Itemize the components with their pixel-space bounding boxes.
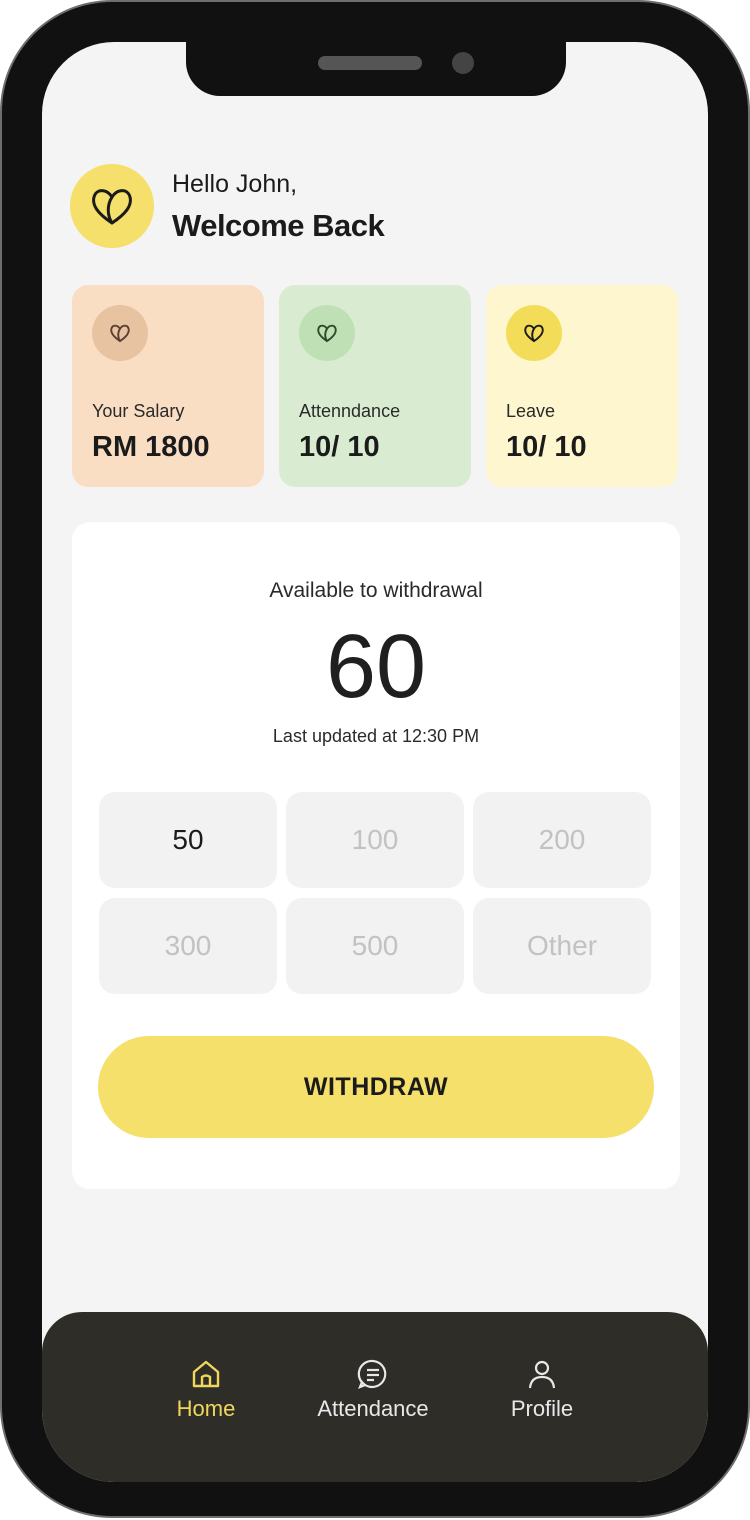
last-updated-text: Last updated at 12:30 PM	[272, 726, 480, 746]
heart-icon	[524, 324, 544, 343]
user-icon	[528, 1360, 556, 1389]
phone-frame: Hello John, Welcome Back Your Salary RM …	[2, 2, 748, 1516]
salary-card[interactable]: Your Salary RM 1800	[72, 285, 264, 487]
withdraw-button[interactable]: WITHDRAW	[98, 1036, 654, 1138]
heart-logo-icon	[92, 189, 132, 225]
attendance-value: 10/ 10	[299, 431, 380, 463]
heart-icon	[317, 324, 337, 343]
home-icon	[192, 1360, 220, 1388]
bottom-nav: Home Attendance Profile	[42, 1312, 708, 1482]
amount-option-300[interactable]: 300	[99, 898, 277, 994]
available-amount: 60	[325, 617, 427, 717]
withdraw-card: Available to withdrawal 60 Last updated …	[72, 522, 680, 1189]
app-logo	[70, 164, 154, 248]
message-icon	[357, 1359, 387, 1389]
nav-label-home: Home	[176, 1396, 236, 1421]
front-camera	[452, 52, 474, 74]
leave-badge	[506, 305, 562, 361]
salary-label: Your Salary	[92, 401, 185, 421]
available-title: Available to withdrawal	[269, 579, 483, 602]
speaker-grille	[318, 56, 422, 70]
nav-label-profile: Profile	[510, 1396, 574, 1421]
welcome-title: Welcome Back	[172, 208, 385, 243]
attendance-badge	[299, 305, 355, 361]
leave-card[interactable]: Leave 10/ 10	[486, 285, 678, 487]
attendance-label: Attenndance	[299, 401, 401, 421]
salary-badge	[92, 305, 148, 361]
attendance-card[interactable]: Attenndance 10/ 10	[279, 285, 471, 487]
nav-label-attendance: Attendance	[317, 1396, 429, 1421]
greeting-text: Hello John,	[172, 170, 298, 198]
amount-option-500[interactable]: 500	[286, 898, 464, 994]
app-screen: Hello John, Welcome Back Your Salary RM …	[42, 42, 708, 1482]
amount-option-200[interactable]: 200	[473, 792, 651, 888]
nav-item-home[interactable]: Home	[126, 1358, 286, 1422]
amount-option-50[interactable]: 50	[99, 792, 277, 888]
nav-item-profile[interactable]: Profile	[462, 1358, 622, 1422]
amount-option-other[interactable]: Other	[473, 898, 651, 994]
phone-notch	[186, 40, 566, 96]
leave-label: Leave	[506, 401, 556, 421]
heart-icon	[110, 324, 130, 343]
leave-value: 10/ 10	[506, 431, 587, 463]
salary-value: RM 1800	[92, 431, 210, 463]
nav-item-attendance[interactable]: Attendance	[293, 1358, 453, 1422]
amount-option-100[interactable]: 100	[286, 792, 464, 888]
